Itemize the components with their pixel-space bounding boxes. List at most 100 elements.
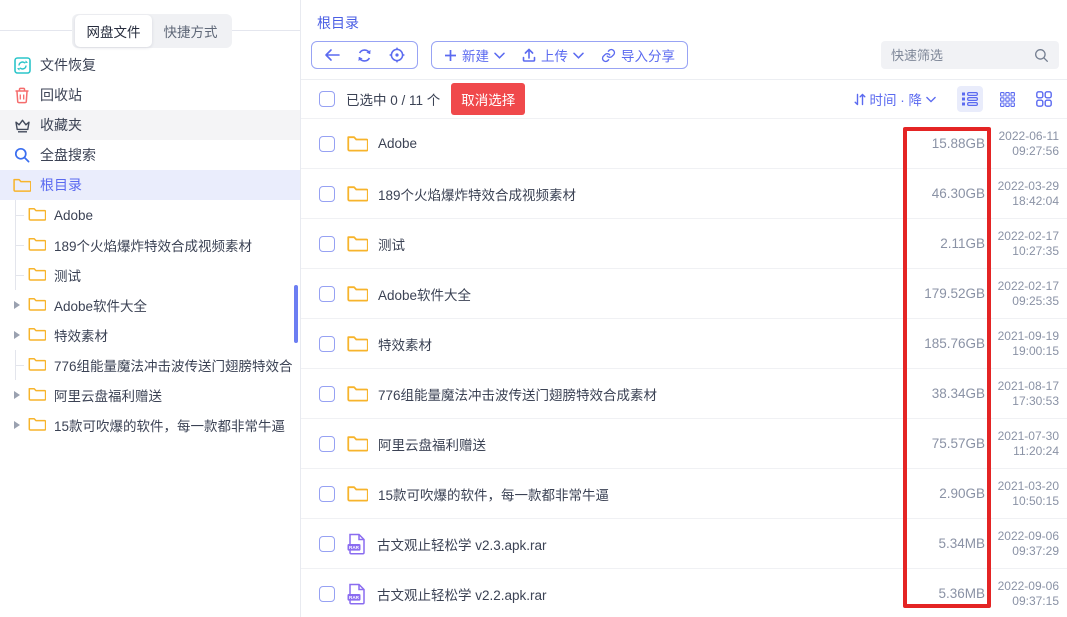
tab-shortcuts[interactable]: 快捷方式 [152,15,229,47]
file-size: 179.52GB [890,286,985,301]
tree-item[interactable]: 特效素材 [0,320,300,350]
file-row[interactable]: RAR Adobe软件大全 179.52GB 2022-02-17 09:25:… [301,268,1067,318]
file-row[interactable]: RAR 776组能量魔法冲击波传送门翅膀特效合成素材 38.34GB 2021-… [301,368,1067,418]
folder-icon [347,135,368,152]
file-time: 10:27:35 [995,244,1059,259]
refresh-button[interactable] [357,48,372,63]
row-checkbox[interactable] [319,136,335,152]
file-name[interactable]: 189个火焰爆炸特效合成视频素材 [378,184,890,204]
file-name[interactable]: Adobe软件大全 [378,284,890,304]
file-size: 185.76GB [890,336,985,351]
breadcrumb[interactable]: 根目录 [301,0,1067,39]
quick-filter-input[interactable] [891,48,1034,63]
tree-item-label: 776组能量魔法冲击波传送门翅膀特效合 [54,355,293,375]
sidebar-item-root-directory[interactable]: 根目录 [0,170,300,200]
row-checkbox[interactable] [319,536,335,552]
tree-expand-arrow-icon[interactable] [8,290,26,320]
file-row[interactable]: RAR 189个火焰爆炸特效合成视频素材 46.30GB 2022-03-29 … [301,168,1067,218]
tree-item[interactable]: Adobe软件大全 [0,290,300,320]
tree-expand-arrow-icon[interactable] [8,260,26,290]
selection-count-label: 已选中 0 / 11 个 [346,89,440,109]
locate-button[interactable] [389,47,405,63]
file-name[interactable]: 阿里云盘福利赠送 [378,434,890,454]
row-checkbox[interactable] [319,336,335,352]
folder-icon [28,327,46,344]
file-row[interactable]: RAR Adobe 15.88GB 2022-06-11 09:27:56 [301,118,1067,168]
file-row[interactable]: RAR 测试 2.11GB 2022-02-17 10:27:35 [301,218,1067,268]
sidebar-scrollbar-thumb[interactable] [294,285,298,343]
file-name[interactable]: 776组能量魔法冲击波传送门翅膀特效合成素材 [378,384,890,404]
file-datetime: 2022-03-29 18:42:04 [995,179,1059,209]
sidebar-item-recycle-bin[interactable]: 回收站 [0,80,300,110]
chevron-down-icon [926,96,936,103]
cloud-drive-app: 网盘文件 快捷方式 文件恢复 回收站 收藏夹 [0,0,1067,617]
tree-item-label: 阿里云盘福利赠送 [54,385,162,405]
file-name[interactable]: 测试 [378,234,890,254]
row-checkbox[interactable] [319,586,335,602]
file-row[interactable]: RAR 阿里云盘福利赠送 75.57GB 2021-07-30 11:20:24 [301,418,1067,468]
tree-item[interactable]: 189个火焰爆炸特效合成视频素材 [0,230,300,260]
back-button[interactable] [324,48,340,62]
sidebar-item-favorites[interactable]: 收藏夹 [0,110,300,140]
folder-icon [347,235,368,252]
quick-filter-box [881,41,1059,69]
file-row[interactable]: RAR 古文观止轻松学 v2.3.apk.rar 5.34MB 2022-09-… [301,518,1067,568]
file-row[interactable]: RAR 15款可吹爆的软件，每一款都非常牛逼 2.90GB 2021-03-20… [301,468,1067,518]
tree-item[interactable]: 测试 [0,260,300,290]
tree-expand-arrow-icon[interactable] [8,200,26,230]
crown-icon [13,118,31,133]
sidebar-tab-switcher: 网盘文件 快捷方式 [72,14,232,48]
row-checkbox[interactable] [319,486,335,502]
sidebar-item-label: 收藏夹 [40,115,82,135]
row-checkbox[interactable] [319,286,335,302]
selection-bar: 已选中 0 / 11 个 取消选择 时间 · 降 [301,80,1067,118]
sidebar-item-file-recovery[interactable]: 文件恢复 [0,50,300,80]
import-share-button[interactable]: 导入分享 [601,45,675,65]
row-checkbox[interactable] [319,386,335,402]
file-size: 2.90GB [890,486,985,501]
file-datetime: 2021-07-30 11:20:24 [995,429,1059,459]
row-checkbox[interactable] [319,186,335,202]
sort-control[interactable]: 时间 · 降 [854,89,937,109]
tree-expand-arrow-icon[interactable] [8,410,26,440]
tree-item-label: 特效素材 [54,325,108,345]
file-name[interactable]: 15款可吹爆的软件，每一款都非常牛逼 [378,484,890,504]
tree-expand-arrow-icon[interactable] [8,380,26,410]
folder-icon [28,357,46,374]
file-size: 75.57GB [890,436,985,451]
row-checkbox[interactable] [319,236,335,252]
file-time: 17:30:53 [995,394,1059,409]
tree-item-label: 15款可吹爆的软件，每一款都非常牛逼 [54,415,285,435]
tree-item[interactable]: 15款可吹爆的软件，每一款都非常牛逼 [0,410,300,440]
row-checkbox[interactable] [319,436,335,452]
file-name[interactable]: Adobe [378,136,890,151]
cancel-selection-button[interactable]: 取消选择 [451,83,525,115]
sidebar-item-global-search[interactable]: 全盘搜索 [0,140,300,170]
file-row[interactable]: RAR 特效素材 185.76GB 2021-09-19 19:00:15 [301,318,1067,368]
file-name[interactable]: 古文观止轻松学 v2.2.apk.rar [377,584,890,604]
tree-item[interactable]: Adobe [0,200,300,230]
tree-expand-arrow-icon[interactable] [8,230,26,260]
toolbar: 新建 上传 导入分享 [301,39,1067,69]
tree-item-label: 测试 [54,265,81,285]
tree-item[interactable]: 阿里云盘福利赠送 [0,380,300,410]
grid-view-button[interactable] [994,86,1020,112]
file-name[interactable]: 特效素材 [378,334,890,354]
tab-cloud-files[interactable]: 网盘文件 [75,15,152,47]
file-row[interactable]: RAR 古文观止轻松学 v2.2.apk.rar 5.36MB 2022-09-… [301,568,1067,617]
tree-expand-arrow-icon[interactable] [8,320,26,350]
tree-item-label: 189个火焰爆炸特效合成视频素材 [54,235,252,255]
select-all-checkbox[interactable] [319,91,335,107]
tree-expand-arrow-icon[interactable] [8,350,26,380]
file-date: 2022-09-06 [995,579,1059,594]
new-button[interactable]: 新建 [444,45,505,65]
link-icon [601,48,616,63]
tree-item[interactable]: 776组能量魔法冲击波传送门翅膀特效合 [0,350,300,380]
file-list: RAR Adobe 15.88GB 2022-06-11 09:27:56 RA… [301,118,1067,617]
list-view-button[interactable] [957,86,983,112]
large-grid-view-button[interactable] [1031,86,1057,112]
file-name[interactable]: 古文观止轻松学 v2.3.apk.rar [377,534,890,554]
upload-button[interactable]: 上传 [522,45,584,65]
list-view-icon [962,92,978,106]
folder-icon [28,207,46,224]
